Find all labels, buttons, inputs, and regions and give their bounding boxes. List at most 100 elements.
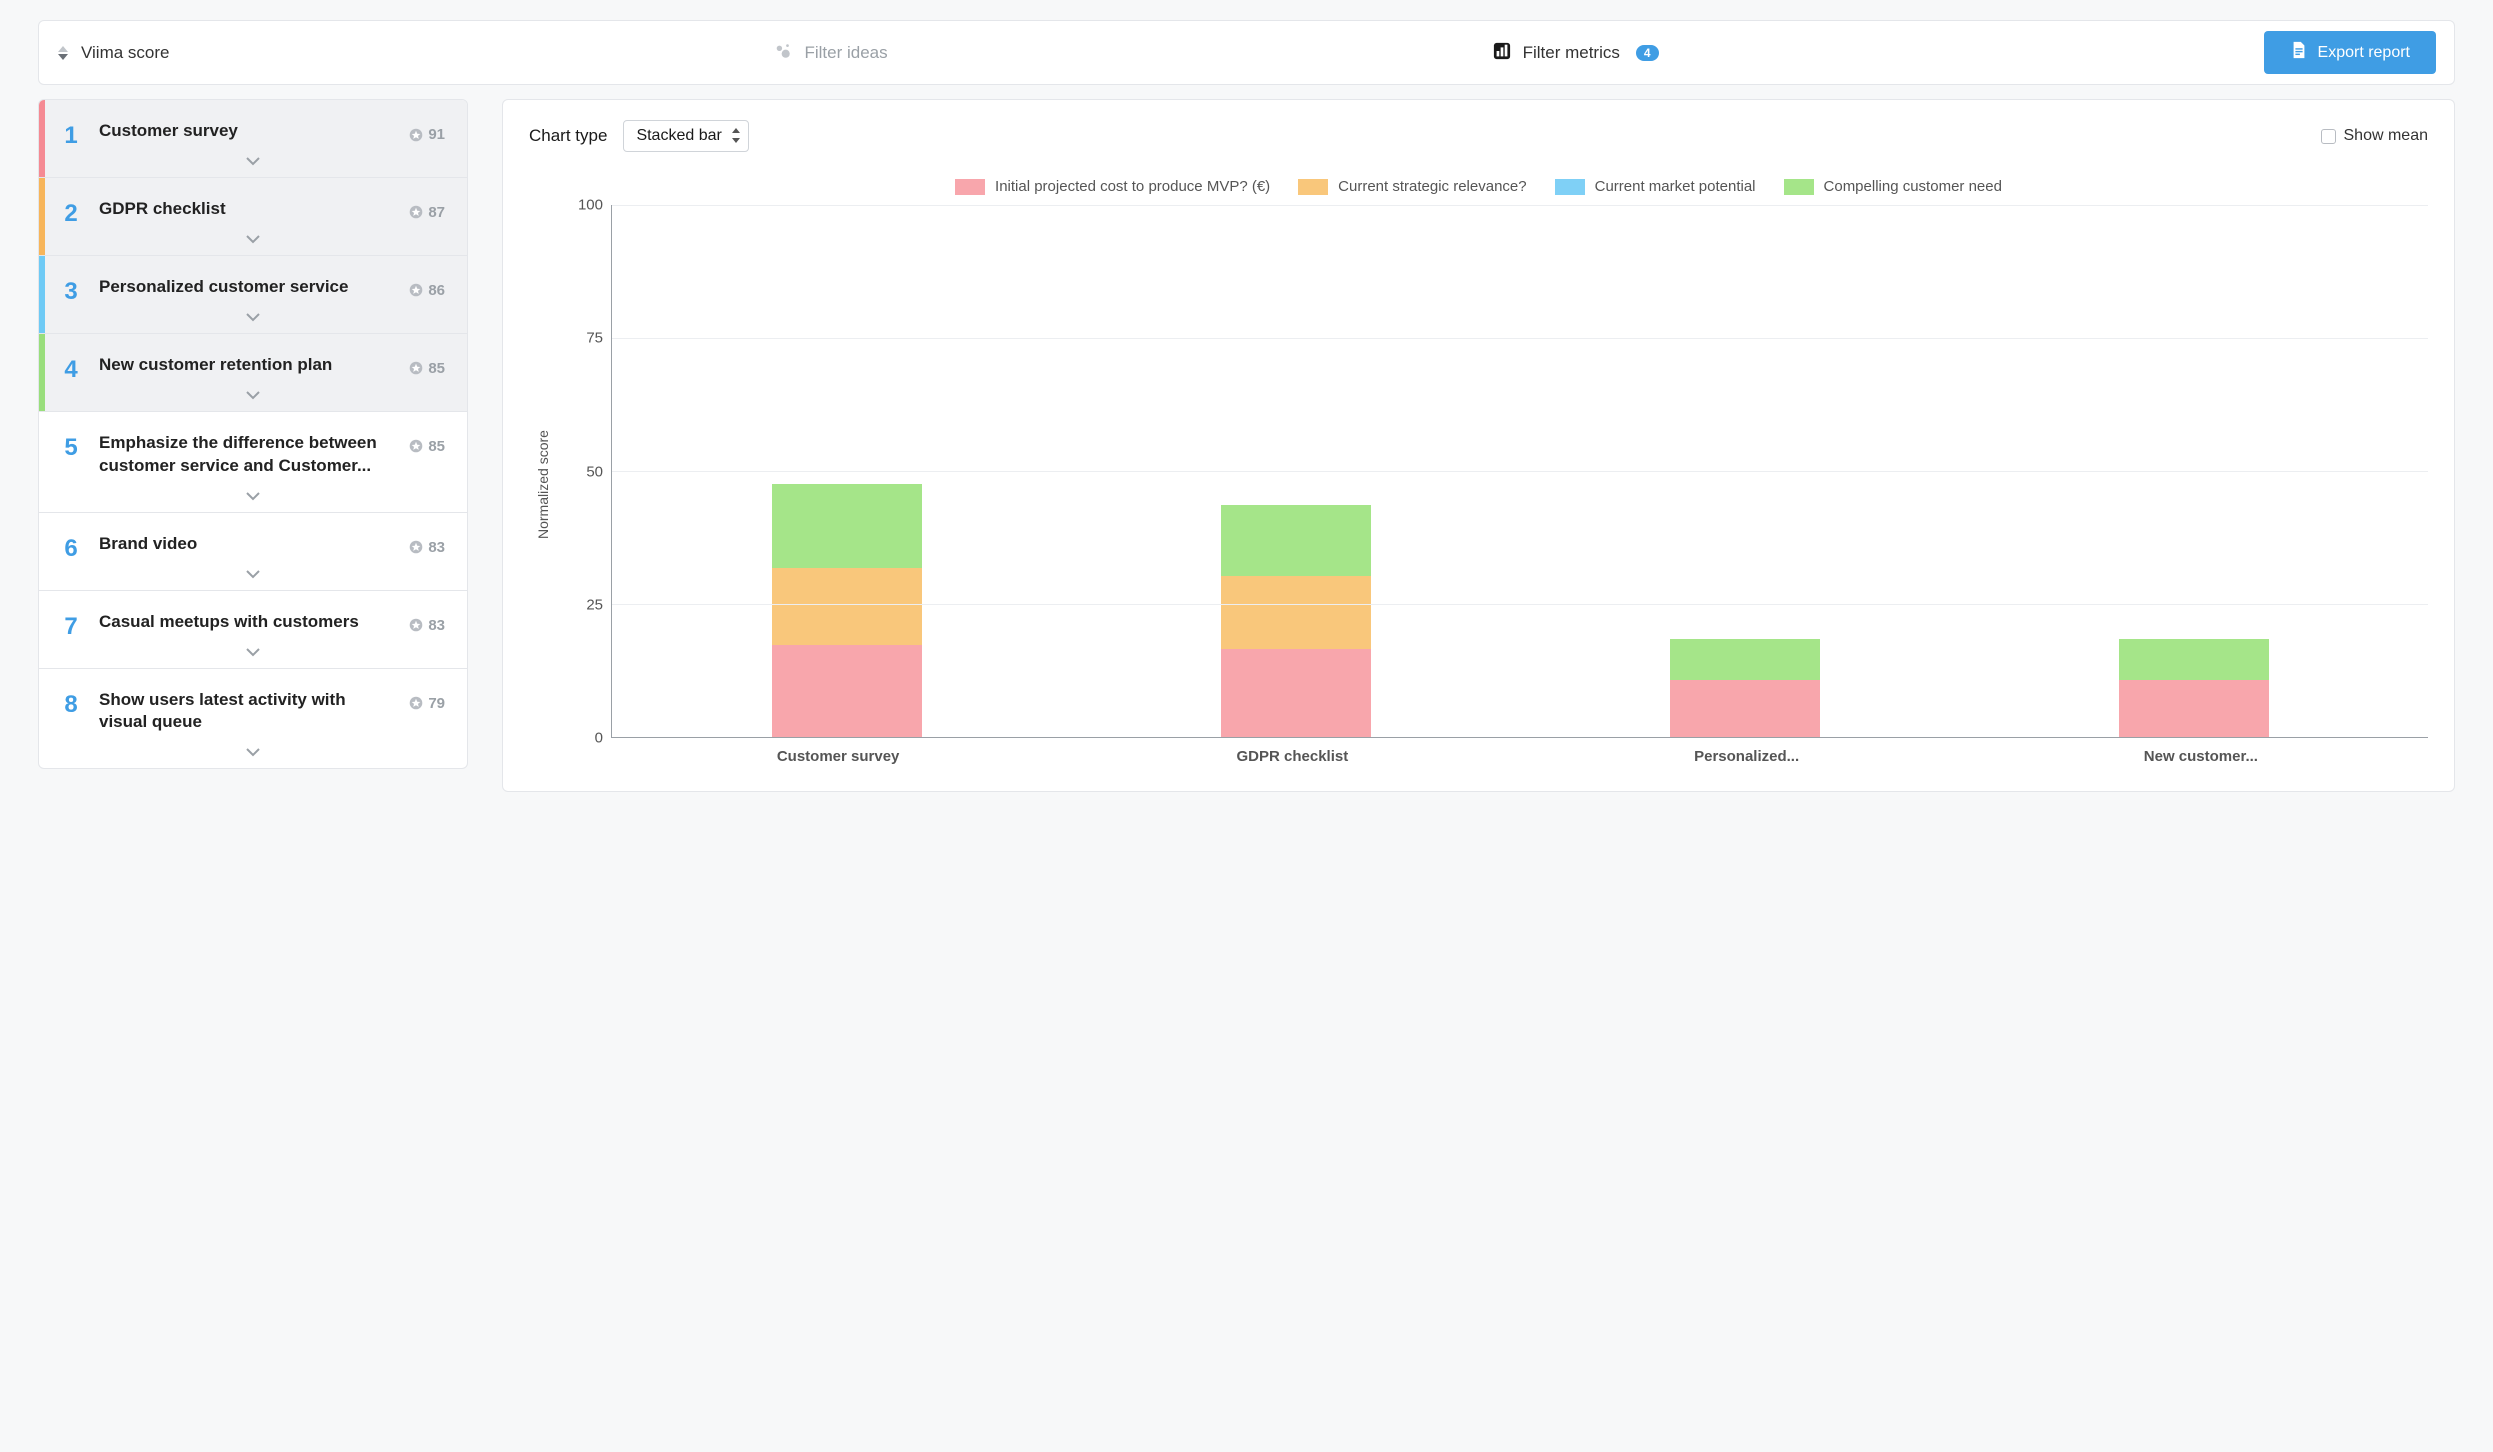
color-stripe [39, 178, 45, 255]
idea-score: 83 [409, 617, 445, 634]
chevron-down-icon[interactable] [246, 153, 260, 169]
color-stripe [39, 334, 45, 411]
legend-swatch [1555, 179, 1585, 195]
legend-item[interactable]: Initial projected cost to produce MVP? (… [955, 178, 1270, 195]
idea-score: 79 [409, 695, 445, 712]
gridline [612, 604, 2428, 605]
x-label: New customer... [1974, 738, 2428, 765]
idea-rank: 7 [59, 613, 83, 641]
chevron-down-icon[interactable] [246, 566, 260, 582]
legend-item[interactable]: Current strategic relevance? [1298, 178, 1526, 195]
show-mean-toggle[interactable]: Show mean [2321, 127, 2429, 145]
chevron-down-icon[interactable] [246, 488, 260, 504]
idea-row[interactable]: 3 Personalized customer service86 [39, 256, 467, 334]
idea-score: 91 [409, 126, 445, 143]
y-tick: 100 [578, 197, 603, 214]
checkbox-icon [2321, 129, 2336, 144]
filter-metrics-count-badge: 4 [1636, 45, 1659, 61]
chevron-down-icon[interactable] [246, 231, 260, 247]
chevron-down-icon[interactable] [246, 387, 260, 403]
idea-row[interactable]: 7 Casual meetups with customers83 [39, 591, 467, 669]
chart-type-value: Stacked bar [636, 127, 721, 144]
idea-score: 87 [409, 204, 445, 221]
legend-swatch [1298, 179, 1328, 195]
idea-rank: 4 [59, 356, 83, 384]
chart-legend: Initial projected cost to produce MVP? (… [539, 178, 2418, 195]
idea-rank: 3 [59, 278, 83, 306]
idea-title: Customer survey [99, 120, 445, 143]
y-tick: 50 [586, 463, 603, 480]
x-axis-labels: Customer surveyGDPR checklistPersonalize… [611, 738, 2428, 765]
gridline [612, 471, 2428, 472]
bar-segment [772, 568, 922, 645]
stacked-bar[interactable] [772, 370, 922, 737]
stacked-bar[interactable] [2119, 508, 2269, 737]
sort-label: Viima score [81, 43, 170, 63]
chart-type-select[interactable]: Stacked bar [623, 120, 748, 152]
idea-row[interactable]: 2 GDPR checklist87 [39, 178, 467, 256]
bar-segment [2119, 680, 2269, 737]
chart-controls: Chart type Stacked bar Show mean [529, 120, 2428, 152]
document-icon [2290, 41, 2308, 64]
chevron-down-icon[interactable] [246, 309, 260, 325]
bar-chart-icon [1493, 42, 1511, 63]
sort-icon [57, 45, 69, 61]
legend-swatch [1784, 179, 1814, 195]
bar-segment [772, 645, 922, 737]
idea-rank: 2 [59, 200, 83, 228]
idea-score: 86 [409, 282, 445, 299]
bar-segment [1221, 649, 1371, 737]
idea-title: Emphasize the difference between custome… [99, 432, 445, 478]
bar-segment [1670, 639, 1820, 680]
idea-rank: 8 [59, 691, 83, 719]
idea-title: GDPR checklist [99, 198, 445, 221]
legend-item[interactable]: Compelling customer need [1784, 178, 2002, 195]
y-axis-ticks: 0255075100 [557, 205, 611, 738]
legend-label: Current strategic relevance? [1338, 178, 1526, 195]
idea-score: 85 [409, 438, 445, 455]
filter-metrics-control[interactable]: Filter metrics 4 [1493, 42, 1659, 63]
idea-score: 85 [409, 360, 445, 377]
filter-ideas-label: Filter ideas [804, 43, 887, 63]
stacked-bar[interactable] [1670, 508, 1820, 737]
sort-control[interactable]: Viima score [57, 43, 170, 63]
color-stripe [39, 256, 45, 333]
chart-plot: Normalized score 0255075100 Customer sur… [529, 205, 2428, 765]
idea-rank: 1 [59, 122, 83, 150]
show-mean-label: Show mean [2344, 127, 2429, 145]
x-label: Personalized... [1520, 738, 1974, 765]
legend-label: Initial projected cost to produce MVP? (… [995, 178, 1270, 195]
legend-item[interactable]: Current market potential [1555, 178, 1756, 195]
export-report-label: Export report [2318, 44, 2410, 62]
toolbar: Viima score Filter ideas Filter metrics … [38, 20, 2455, 85]
y-tick: 0 [595, 730, 603, 747]
legend-swatch [955, 179, 985, 195]
chart-type-label: Chart type [529, 126, 607, 146]
filter-metrics-label: Filter metrics [1523, 43, 1620, 63]
bar-segment [1670, 680, 1820, 737]
x-label: Customer survey [611, 738, 1065, 765]
legend-label: Current market potential [1595, 178, 1756, 195]
stacked-bar[interactable] [1221, 386, 1371, 737]
chevron-down-icon[interactable] [246, 644, 260, 660]
y-tick: 25 [586, 596, 603, 613]
idea-row[interactable]: 4 New customer retention plan85 [39, 334, 467, 412]
idea-row[interactable]: 8Show users latest activity with visual … [39, 669, 467, 769]
idea-title: Casual meetups with customers [99, 611, 445, 634]
filter-ideas-control[interactable]: Filter ideas [774, 42, 887, 63]
color-stripe [39, 100, 45, 177]
bar-segment [2119, 639, 2269, 680]
bar-segment [1221, 505, 1371, 575]
export-report-button[interactable]: Export report [2264, 31, 2436, 74]
idea-title: Personalized customer service [99, 276, 445, 299]
idea-score: 83 [409, 539, 445, 556]
idea-row[interactable]: 5Emphasize the difference between custom… [39, 412, 467, 513]
filter-icon [774, 42, 792, 63]
idea-row[interactable]: 6Brand video83 [39, 513, 467, 591]
idea-row[interactable]: 1 Customer survey91 [39, 100, 467, 178]
idea-title: New customer retention plan [99, 354, 445, 377]
chart-panel: Chart type Stacked bar Show mean Initial… [502, 99, 2455, 792]
x-label: GDPR checklist [1065, 738, 1519, 765]
idea-list: 1Customer survey912GDPR checklist873Pers… [38, 99, 468, 769]
chevron-down-icon[interactable] [246, 744, 260, 760]
